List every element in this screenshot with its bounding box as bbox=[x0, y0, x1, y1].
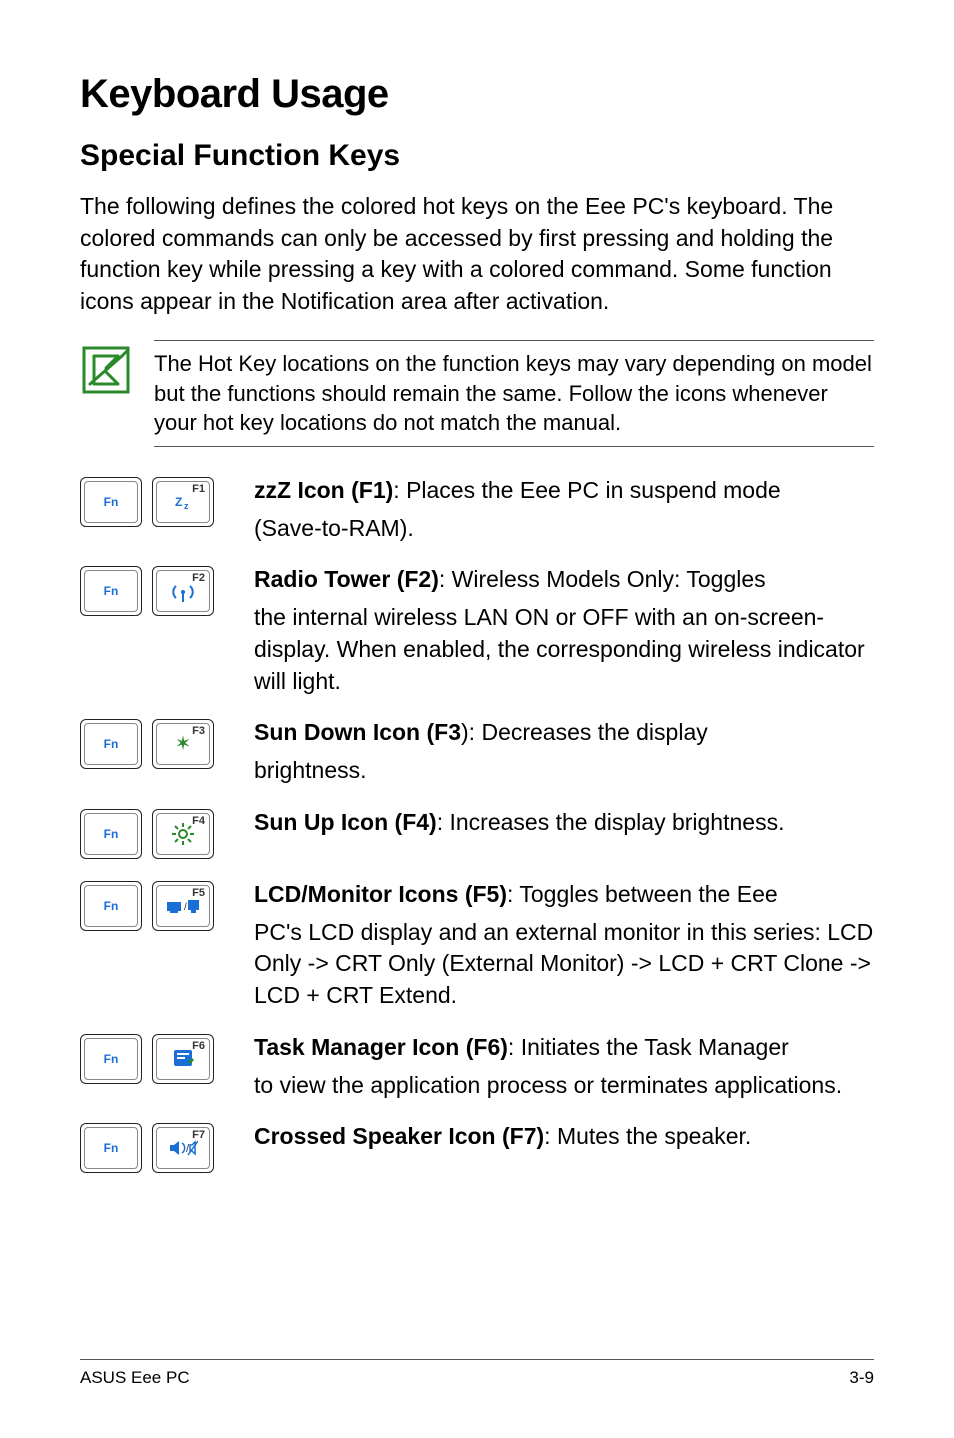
f-key: F5 / bbox=[152, 881, 214, 931]
function-lead: Mutes the speaker. bbox=[557, 1123, 751, 1149]
function-title: zzZ Icon (F1) bbox=[254, 477, 393, 503]
f-key: F1 Zz bbox=[152, 477, 214, 527]
function-key-row: Fn F5 / LCD/Monitor Icons (F5): Toggles … bbox=[80, 879, 874, 1012]
key-combo: Fn F7 / bbox=[80, 1123, 228, 1173]
function-description: zzZ Icon (F1): Places the Eee PC in susp… bbox=[254, 475, 874, 544]
function-title: Sun Up Icon (F4) bbox=[254, 809, 437, 835]
fn-key-label: Fn bbox=[104, 584, 119, 598]
fn-key-label: Fn bbox=[104, 899, 119, 913]
svg-text:/: / bbox=[184, 902, 187, 913]
fn-key: Fn bbox=[80, 809, 142, 859]
svg-text:✶: ✶ bbox=[175, 733, 192, 755]
function-description: Radio Tower (F2): Wireless Models Only: … bbox=[254, 564, 874, 697]
separator: : bbox=[393, 477, 406, 503]
function-key-row: Fn F3 ✶ Sun Down Icon (F3): Decreases th… bbox=[80, 717, 874, 786]
f-key-label: F6 bbox=[192, 1040, 205, 1052]
function-rest: the internal wireless LAN ON or OFF with… bbox=[254, 602, 874, 697]
function-description: Sun Up Icon (F4): Increases the display … bbox=[254, 807, 874, 839]
function-lead: Increases the display brightness. bbox=[450, 809, 785, 835]
function-title: LCD/Monitor Icons (F5) bbox=[254, 881, 507, 907]
note-text: The Hot Key locations on the function ke… bbox=[154, 341, 874, 446]
function-title: Task Manager Icon (F6) bbox=[254, 1034, 508, 1060]
function-rest: (Save-to-RAM). bbox=[254, 513, 874, 545]
fn-key: Fn bbox=[80, 566, 142, 616]
f-key: F6 bbox=[152, 1034, 214, 1084]
f-key-label: F7 bbox=[192, 1129, 205, 1141]
fn-key-label: Fn bbox=[104, 1141, 119, 1155]
separator: : bbox=[507, 881, 519, 907]
function-key-row: Fn F2 Radio Tower (F2): Wireless Models … bbox=[80, 564, 874, 697]
key-combo: Fn F3 ✶ bbox=[80, 719, 228, 769]
note-block: The Hot Key locations on the function ke… bbox=[80, 340, 874, 447]
fn-key-label: Fn bbox=[104, 1052, 119, 1066]
function-title: Sun Down Icon (F3 bbox=[254, 719, 461, 745]
fn-key: Fn bbox=[80, 719, 142, 769]
function-lead: Decreases the display bbox=[481, 719, 707, 745]
function-title: Radio Tower (F2) bbox=[254, 566, 439, 592]
f-key: F4 bbox=[152, 809, 214, 859]
f-key: F2 bbox=[152, 566, 214, 616]
function-description: Sun Down Icon (F3): Decreases the displa… bbox=[254, 717, 874, 786]
fn-key: Fn bbox=[80, 477, 142, 527]
fn-key-label: Fn bbox=[104, 737, 119, 751]
f-key-label: F1 bbox=[192, 483, 205, 495]
function-rest: to view the application process or termi… bbox=[254, 1070, 874, 1102]
fn-key: Fn bbox=[80, 881, 142, 931]
f-key-label: F2 bbox=[192, 572, 205, 584]
separator: : bbox=[439, 566, 452, 592]
function-description: LCD/Monitor Icons (F5): Toggles between … bbox=[254, 879, 874, 1012]
function-rest: brightness. bbox=[254, 755, 874, 787]
footer-left: ASUS Eee PC bbox=[80, 1368, 190, 1388]
footer-right: 3-9 bbox=[849, 1368, 874, 1388]
f-key-label: F4 bbox=[192, 815, 205, 827]
f-key-label: F3 bbox=[192, 725, 205, 737]
intro-paragraph: The following defines the colored hot ke… bbox=[80, 191, 874, 318]
f-key: F7 / bbox=[152, 1123, 214, 1173]
section-heading: Special Function Keys bbox=[80, 139, 874, 173]
function-lead: Toggles between the Eee bbox=[519, 881, 777, 907]
function-lead: Initiates the Task Manager bbox=[521, 1034, 789, 1060]
key-combo: Fn F1 Zz bbox=[80, 477, 228, 527]
divider bbox=[154, 446, 874, 447]
page-title: Keyboard Usage bbox=[80, 72, 874, 117]
separator: : bbox=[544, 1123, 557, 1149]
function-key-row: Fn F7 / Crossed Speaker Icon (F7): Mutes… bbox=[80, 1121, 874, 1173]
function-lead: Places the Eee PC in suspend mode bbox=[406, 477, 781, 503]
fn-key-label: Fn bbox=[104, 827, 119, 841]
f-key: F3 ✶ bbox=[152, 719, 214, 769]
key-combo: Fn F6 bbox=[80, 1034, 228, 1084]
key-combo: Fn F5 / bbox=[80, 881, 228, 931]
note-icon bbox=[80, 344, 132, 396]
f-key-label: F5 bbox=[192, 887, 205, 899]
fn-key-label: Fn bbox=[104, 495, 119, 509]
page-footer: ASUS Eee PC 3-9 bbox=[80, 1359, 874, 1388]
fn-key: Fn bbox=[80, 1034, 142, 1084]
function-key-row: Fn F1 Zz zzZ Icon (F1): Places the Eee P… bbox=[80, 475, 874, 544]
svg-text:Z: Z bbox=[175, 495, 182, 509]
function-description: Task Manager Icon (F6): Initiates the Ta… bbox=[254, 1032, 874, 1101]
separator: : bbox=[437, 809, 450, 835]
function-key-row: Fn F6 Task Manager Icon (F6): Initiates … bbox=[80, 1032, 874, 1101]
separator: ): bbox=[461, 719, 481, 745]
function-rest: PC's LCD display and an external monitor… bbox=[254, 917, 874, 1012]
function-description: Crossed Speaker Icon (F7): Mutes the spe… bbox=[254, 1121, 874, 1153]
key-combo: Fn F2 bbox=[80, 566, 228, 616]
separator: : bbox=[508, 1034, 521, 1060]
function-key-row: Fn F4 Sun Up Icon (F4): Increases the di… bbox=[80, 807, 874, 859]
svg-text:z: z bbox=[184, 501, 189, 511]
fn-key: Fn bbox=[80, 1123, 142, 1173]
key-combo: Fn F4 bbox=[80, 809, 228, 859]
function-lead: Wireless Models Only: Toggles bbox=[452, 566, 766, 592]
function-title: Crossed Speaker Icon (F7) bbox=[254, 1123, 544, 1149]
